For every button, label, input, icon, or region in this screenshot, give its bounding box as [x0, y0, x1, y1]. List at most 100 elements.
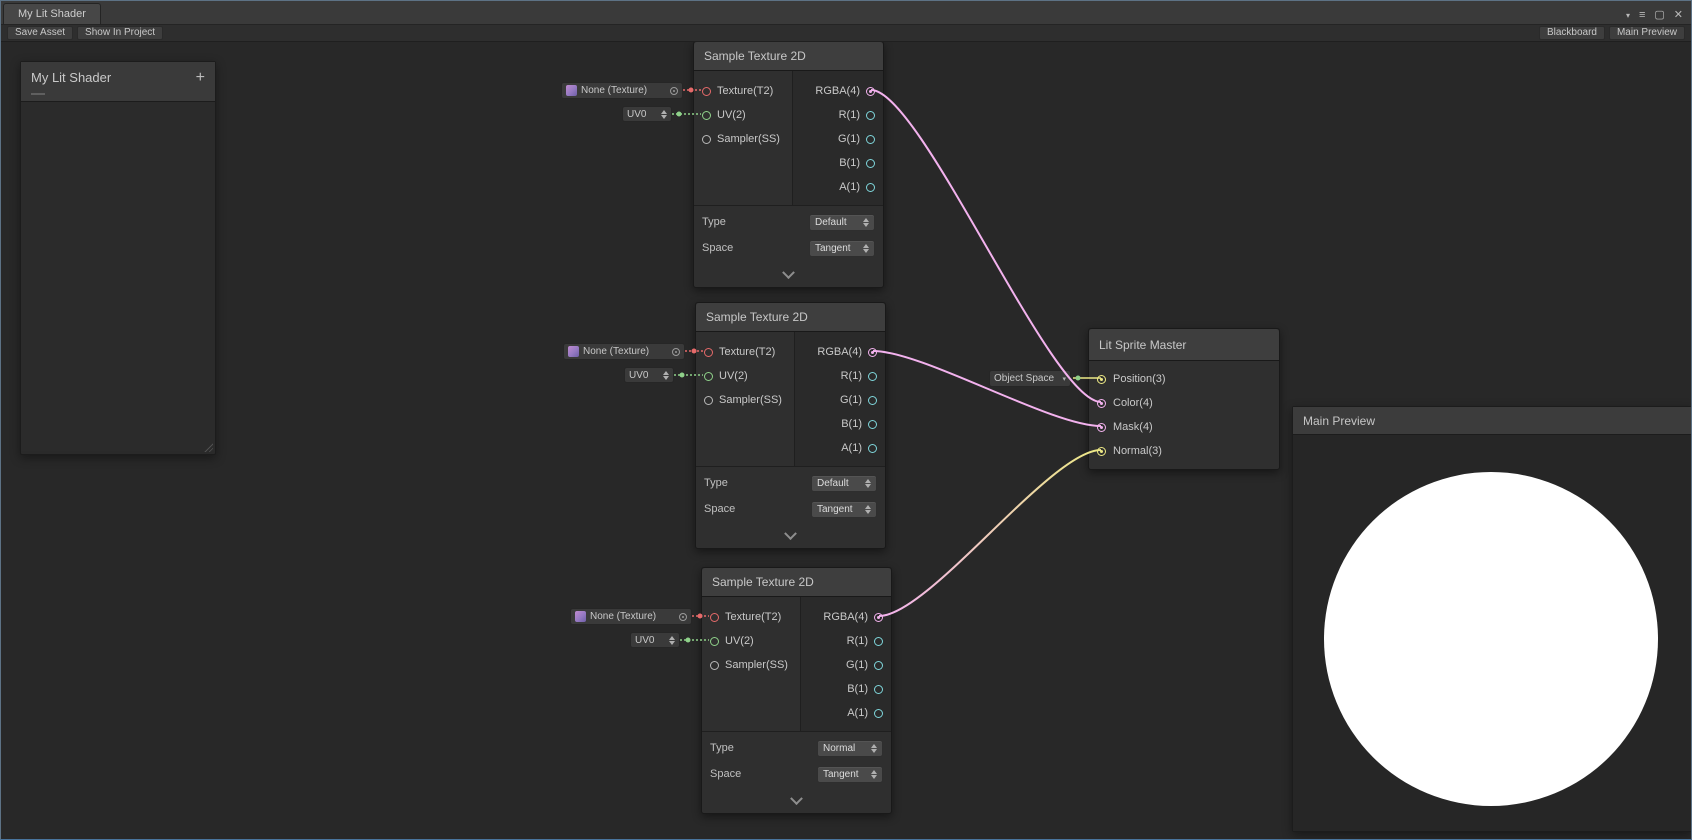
window-menu-icon[interactable]: ≡	[1639, 10, 1645, 21]
vector1-port-icon[interactable]	[868, 396, 877, 405]
node1-input-uv[interactable]: UV(2)	[694, 103, 792, 127]
node2-space-dropdown[interactable]: Tangent	[811, 501, 877, 518]
texture2d-port-icon[interactable]	[702, 87, 711, 96]
edge-rgba2-to-mask[interactable]	[873, 351, 1101, 426]
texture2d-port-icon[interactable]	[704, 348, 713, 357]
show-in-project-button[interactable]: Show In Project	[77, 26, 163, 40]
master-input-position[interactable]: Position(3)	[1089, 367, 1279, 391]
node1-collapse-button[interactable]	[694, 264, 883, 287]
blackboard-panel[interactable]: My Lit Shader +	[20, 61, 216, 455]
vector4-port-icon[interactable]	[1097, 423, 1106, 432]
add-property-button[interactable]: +	[196, 71, 205, 85]
vector1-port-icon[interactable]	[866, 159, 875, 168]
sampler-port-icon[interactable]	[710, 661, 719, 670]
node2-uv-channel-dropdown[interactable]: UV0	[624, 367, 674, 383]
window-dropdown-icon[interactable]: ▾	[1626, 10, 1630, 21]
node1-texture-default-field[interactable]: None (Texture)	[561, 82, 683, 99]
node3-uv-channel-dropdown[interactable]: UV0	[630, 632, 680, 648]
main-preview-panel[interactable]: Main Preview	[1292, 406, 1692, 832]
main-preview-toggle-button[interactable]: Main Preview	[1609, 26, 1685, 40]
vector1-port-icon[interactable]	[866, 135, 875, 144]
vector1-port-icon[interactable]	[874, 661, 883, 670]
node1-input-sampler[interactable]: Sampler(SS)	[694, 127, 792, 151]
master-header[interactable]: Lit Sprite Master	[1089, 329, 1279, 361]
master-input-normal[interactable]: Normal(3)	[1089, 439, 1279, 463]
node3-type-dropdown[interactable]: Normal	[817, 740, 883, 757]
vector1-port-icon[interactable]	[866, 111, 875, 120]
node2-output-rgba[interactable]: RGBA(4)	[795, 340, 885, 364]
node1-header[interactable]: Sample Texture 2D	[694, 42, 883, 71]
node2-header[interactable]: Sample Texture 2D	[696, 303, 885, 332]
vector3-port-icon[interactable]	[1097, 447, 1106, 456]
vector2-port-icon[interactable]	[710, 637, 719, 646]
object-picker-icon[interactable]	[672, 348, 680, 356]
node2-type-dropdown[interactable]: Default	[811, 475, 877, 492]
save-asset-button[interactable]: Save Asset	[7, 26, 73, 40]
vector1-port-icon[interactable]	[874, 637, 883, 646]
vector1-port-icon[interactable]	[868, 444, 877, 453]
vector1-port-icon[interactable]	[868, 372, 877, 381]
object-picker-icon[interactable]	[670, 87, 678, 95]
master-input-mask[interactable]: Mask(4)	[1089, 415, 1279, 439]
node2-output-a[interactable]: A(1)	[795, 436, 885, 460]
node3-output-r[interactable]: R(1)	[801, 629, 891, 653]
node3-output-a[interactable]: A(1)	[801, 701, 891, 725]
node-sample-texture-2d-3[interactable]: Sample Texture 2D Texture(T2) UV(2) Samp…	[701, 567, 892, 814]
node2-collapse-button[interactable]	[696, 525, 885, 548]
vector2-port-icon[interactable]	[704, 372, 713, 381]
node3-input-texture[interactable]: Texture(T2)	[702, 605, 800, 629]
node3-texture-default-field[interactable]: None (Texture)	[570, 608, 692, 625]
node1-output-g[interactable]: G(1)	[793, 127, 883, 151]
node2-output-g[interactable]: G(1)	[795, 388, 885, 412]
blackboard-header[interactable]: My Lit Shader +	[21, 62, 215, 102]
vector1-port-icon[interactable]	[868, 420, 877, 429]
node1-space-dropdown[interactable]: Tangent	[809, 240, 875, 257]
sampler-port-icon[interactable]	[704, 396, 713, 405]
node1-input-texture[interactable]: Texture(T2)	[694, 79, 792, 103]
vector4-port-icon[interactable]	[868, 348, 877, 357]
node3-space-dropdown[interactable]: Tangent	[817, 766, 883, 783]
graph-canvas[interactable]: My Lit Shader + Sample Texture 2D Textur…	[1, 1, 1691, 839]
node3-input-uv[interactable]: UV(2)	[702, 629, 800, 653]
node2-output-b[interactable]: B(1)	[795, 412, 885, 436]
node2-input-sampler[interactable]: Sampler(SS)	[696, 388, 794, 412]
node1-output-a[interactable]: A(1)	[793, 175, 883, 199]
texture2d-port-icon[interactable]	[710, 613, 719, 622]
maximize-icon[interactable]: ▢	[1654, 10, 1664, 21]
preview-viewport[interactable]	[1293, 435, 1691, 831]
vector4-port-icon[interactable]	[866, 87, 875, 96]
node3-header[interactable]: Sample Texture 2D	[702, 568, 891, 597]
node-lit-sprite-master[interactable]: Lit Sprite Master Position(3) Color(4) M…	[1088, 328, 1280, 470]
node3-output-rgba[interactable]: RGBA(4)	[801, 605, 891, 629]
sampler-port-icon[interactable]	[702, 135, 711, 144]
node2-input-uv[interactable]: UV(2)	[696, 364, 794, 388]
close-icon[interactable]: ✕	[1674, 10, 1683, 21]
position-space-dropdown[interactable]: Object Space ▾	[989, 370, 1071, 387]
node3-input-sampler[interactable]: Sampler(SS)	[702, 653, 800, 677]
node3-output-b[interactable]: B(1)	[801, 677, 891, 701]
edge-rgba3-to-normal[interactable]	[879, 450, 1101, 616]
vector4-port-icon[interactable]	[1097, 399, 1106, 408]
node2-texture-default-field[interactable]: None (Texture)	[563, 343, 685, 360]
node1-output-r[interactable]: R(1)	[793, 103, 883, 127]
node3-output-g[interactable]: G(1)	[801, 653, 891, 677]
node1-output-b[interactable]: B(1)	[793, 151, 883, 175]
vector4-port-icon[interactable]	[874, 613, 883, 622]
node3-collapse-button[interactable]	[702, 790, 891, 813]
node2-output-r[interactable]: R(1)	[795, 364, 885, 388]
vector1-port-icon[interactable]	[874, 709, 883, 718]
vector1-port-icon[interactable]	[866, 183, 875, 192]
node-sample-texture-2d-2[interactable]: Sample Texture 2D Texture(T2) UV(2) Samp…	[695, 302, 886, 549]
vector2-port-icon[interactable]	[702, 111, 711, 120]
window-tab[interactable]: My Lit Shader	[3, 3, 101, 24]
master-input-color[interactable]: Color(4)	[1089, 391, 1279, 415]
node-sample-texture-2d-1[interactable]: Sample Texture 2D Texture(T2) UV(2) Samp…	[693, 41, 884, 288]
object-picker-icon[interactable]	[679, 613, 687, 621]
main-preview-header[interactable]: Main Preview	[1293, 407, 1691, 435]
vector3-port-icon[interactable]	[1097, 375, 1106, 384]
node1-uv-channel-dropdown[interactable]: UV0	[622, 106, 672, 122]
node1-type-dropdown[interactable]: Default	[809, 214, 875, 231]
node1-output-rgba[interactable]: RGBA(4)	[793, 79, 883, 103]
blackboard-toggle-button[interactable]: Blackboard	[1539, 26, 1605, 40]
node2-input-texture[interactable]: Texture(T2)	[696, 340, 794, 364]
